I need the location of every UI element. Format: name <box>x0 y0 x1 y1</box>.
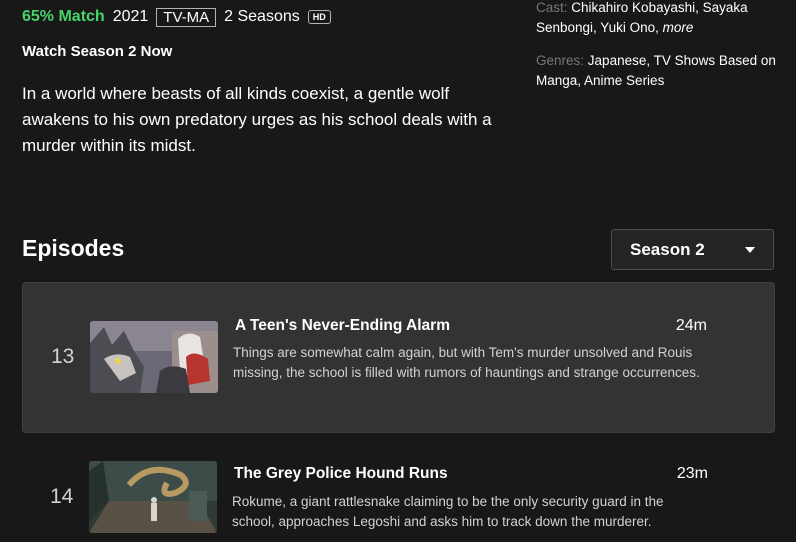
cast-more-link[interactable]: more <box>663 20 694 35</box>
season-dropdown[interactable]: Season 2 <box>611 229 774 270</box>
hd-badge: HD <box>307 10 331 24</box>
caret-down-icon <box>745 246 755 253</box>
season-dropdown-label: Season 2 <box>630 239 705 259</box>
cast-tags: Cast: Chikahiro Kobayashi, Sayaka Senbon… <box>536 0 786 38</box>
episode-number: 14 <box>50 485 74 508</box>
release-year: 2021 <box>112 8 149 25</box>
episode-13-thumbnail-art <box>90 321 218 393</box>
title-details-page: 65% Match 2021 TV-MA 2 Seasons HD Watch … <box>0 0 796 542</box>
meta-row: 65% Match 2021 TV-MA 2 Seasons HD <box>22 7 331 27</box>
cast-label: Cast: <box>536 0 568 15</box>
episode-14-thumbnail-art <box>89 461 217 533</box>
genre-tags: Genres: Japanese, TV Shows Based on Mang… <box>536 51 786 91</box>
episode-title: A Teen's Never-Ending Alarm <box>235 317 450 334</box>
cast-list[interactable]: Chikahiro Kobayashi, Sayaka Senbongi, Yu… <box>536 0 748 35</box>
episode-number: 13 <box>51 345 75 368</box>
episode-item[interactable]: 14 The Grey Police Hound Runs 23m Rokume… <box>22 433 775 542</box>
maturity-rating-badge: TV-MA <box>156 7 217 27</box>
synopsis: In a world where beasts of all kinds coe… <box>22 84 492 155</box>
match-score: 65% Match <box>22 8 105 25</box>
episode-title: The Grey Police Hound Runs <box>234 465 448 482</box>
episode-duration: 23m <box>676 465 708 482</box>
watch-season-label: Watch Season 2 Now <box>22 43 173 60</box>
episodes-heading: Episodes <box>22 235 125 261</box>
episode-thumbnail[interactable] <box>90 321 218 393</box>
genres-label: Genres: <box>536 53 585 68</box>
episode-description: Things are somewhat calm again, but with… <box>233 345 700 380</box>
episode-item[interactable]: 13 A Teen's Never-Ending Alarm 24m Thing… <box>22 282 775 433</box>
episode-description: Rokume, a giant rattlesnake claiming to … <box>232 494 664 529</box>
episode-duration: 24m <box>675 317 707 334</box>
episode-thumbnail[interactable] <box>89 461 217 533</box>
season-count: 2 Seasons <box>224 8 300 25</box>
